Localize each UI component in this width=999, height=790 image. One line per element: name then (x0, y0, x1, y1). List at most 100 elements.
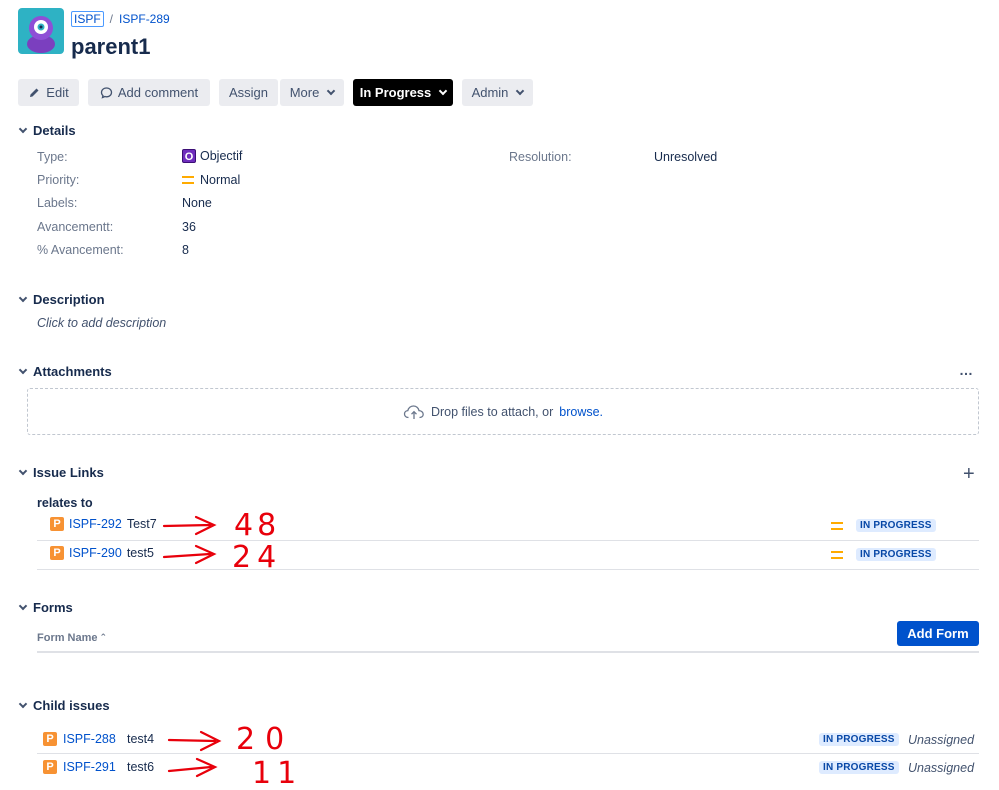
link-summary[interactable]: test5 (127, 546, 154, 560)
chevron-down-icon (18, 601, 28, 610)
link-summary[interactable]: Test7 (127, 517, 157, 531)
edit-label: Edit (46, 85, 69, 100)
priority-label: Priority: (37, 173, 80, 187)
pct-avancement-value[interactable]: 8 (182, 243, 189, 257)
assign-button[interactable]: Assign (219, 79, 278, 106)
form-name-column-header[interactable]: Form Name ⌃ (37, 632, 107, 644)
project-avatar[interactable] (18, 8, 64, 54)
attachment-dropzone[interactable]: Drop files to attach, or browse. (27, 388, 979, 435)
status-lozenge: IN PROGRESS (819, 733, 899, 746)
chevron-down-icon (18, 293, 28, 302)
forms-section-toggle[interactable]: Forms (18, 600, 73, 615)
link-key[interactable]: ISPF-292 (69, 517, 122, 531)
child-issue-row[interactable]: P ISPF-288 test4 (43, 732, 154, 746)
avancementt-value[interactable]: 36 (182, 220, 196, 234)
annotation-number: 11 (252, 756, 303, 790)
child-summary[interactable]: test6 (127, 760, 154, 774)
edit-button[interactable]: Edit (18, 79, 79, 106)
labels-value[interactable]: None (182, 196, 212, 210)
more-label: More (289, 85, 320, 100)
cloud-upload-icon (403, 404, 424, 419)
chevron-down-icon (18, 365, 28, 374)
chevron-down-icon (327, 86, 336, 96)
sort-icon: ⌃ (99, 632, 108, 642)
annotation-arrow (167, 757, 218, 778)
details-heading: Details (33, 123, 76, 138)
add-comment-label: Add comment (117, 85, 199, 100)
annotation-arrow (162, 515, 217, 536)
link-key[interactable]: ISPF-290 (69, 546, 122, 560)
issue-links-heading: Issue Links (33, 465, 104, 480)
description-heading: Description (33, 292, 105, 307)
assign-label: Assign (228, 85, 269, 100)
story-icon: P (50, 517, 64, 531)
more-button[interactable]: More (280, 79, 344, 106)
priority-value[interactable]: Normal (182, 173, 240, 187)
priority-medium-icon (182, 176, 194, 184)
link-row[interactable]: P ISPF-290 test5 (50, 546, 154, 560)
avancementt-label: Avancementt: (37, 220, 114, 234)
assignee: Unassigned (908, 733, 975, 747)
page-title: parent1 (71, 34, 151, 59)
forms-heading: Forms (33, 600, 73, 615)
description-placeholder[interactable]: Click to add description (37, 316, 166, 330)
child-issues-section-toggle[interactable]: Child issues (18, 698, 110, 713)
row-divider (37, 540, 979, 541)
add-form-button[interactable]: Add Form (897, 621, 979, 646)
type-value-text: Objectif (200, 149, 243, 163)
labels-label: Labels: (37, 196, 78, 210)
resolution-value: Unresolved (654, 150, 718, 164)
details-section-toggle[interactable]: Details (18, 123, 76, 138)
issue-links-section-toggle[interactable]: Issue Links (18, 465, 104, 480)
story-icon: P (50, 546, 64, 560)
description-section-toggle[interactable]: Description (18, 292, 105, 307)
chevron-down-icon (439, 86, 448, 96)
drop-text: Drop files to attach, or (430, 404, 554, 419)
status-lozenge: IN PROGRESS (819, 761, 899, 774)
annotation-number: 20 (236, 722, 295, 757)
attachments-section-toggle[interactable]: Attachments (18, 364, 112, 379)
pencil-icon (30, 88, 39, 97)
breadcrumb-issue-key[interactable]: ISPF-289 (119, 12, 170, 26)
attachments-more-icon[interactable]: … (959, 362, 973, 378)
relation-heading: relates to (37, 496, 93, 510)
row-divider (37, 569, 979, 570)
priority-medium-icon (831, 522, 843, 530)
annotation-number: 48 (234, 508, 281, 543)
forms-header-divider (37, 651, 979, 653)
story-icon: P (43, 732, 57, 746)
browse-link[interactable]: browse. (559, 405, 603, 419)
status-transition-button[interactable]: In Progress (353, 79, 453, 106)
status-lozenge: IN PROGRESS (856, 548, 936, 561)
status-lozenge: IN PROGRESS (856, 519, 936, 532)
resolution-label: Resolution: (509, 150, 572, 164)
child-key[interactable]: ISPF-291 (63, 760, 121, 774)
priority-value-text: Normal (200, 173, 241, 187)
chevron-down-icon (18, 699, 28, 708)
add-comment-button[interactable]: Add comment (88, 79, 210, 106)
assignee: Unassigned (908, 761, 975, 775)
chevron-down-icon (18, 466, 28, 475)
attachments-heading: Attachments (33, 364, 112, 379)
chevron-down-icon (516, 86, 525, 96)
child-issues-heading: Child issues (33, 698, 110, 713)
breadcrumb-project[interactable]: ISPF (71, 11, 104, 27)
story-icon: P (43, 760, 57, 774)
child-key[interactable]: ISPF-288 (63, 732, 121, 746)
pct-avancement-label: % Avancement: (37, 243, 124, 257)
admin-button[interactable]: Admin (462, 79, 533, 106)
add-link-icon[interactable]: + (963, 463, 975, 486)
chevron-down-icon (18, 124, 28, 133)
child-issue-row[interactable]: P ISPF-291 test6 (43, 760, 154, 774)
comment-icon (100, 87, 113, 99)
annotation-arrow (162, 544, 217, 565)
type-value[interactable]: O Objectif (182, 149, 242, 163)
status-label: In Progress (359, 85, 432, 100)
priority-medium-icon (831, 551, 843, 559)
child-summary[interactable]: test4 (127, 732, 154, 746)
breadcrumb-separator: / (109, 12, 114, 26)
link-row[interactable]: P ISPF-292 Test7 (50, 517, 157, 531)
admin-label: Admin (471, 85, 509, 100)
type-label: Type: (37, 150, 68, 164)
breadcrumb: ISPF / ISPF-289 (71, 11, 170, 27)
